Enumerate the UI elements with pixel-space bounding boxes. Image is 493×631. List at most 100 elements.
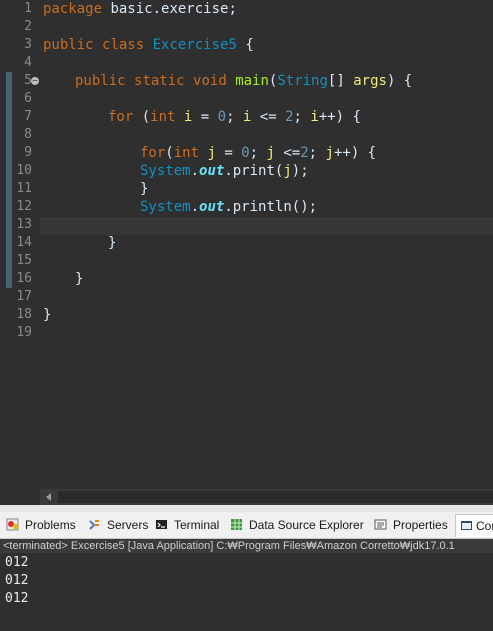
console-output-line: 012 (5, 573, 29, 588)
code-line-5: public static void main(String[] args) { (75, 72, 412, 90)
code-text: <= (251, 109, 286, 125)
tab-label: Terminal (174, 518, 220, 532)
method-call: println (232, 199, 292, 215)
tab-label: Cor (476, 519, 493, 533)
code-text: . (190, 163, 200, 179)
line-number: 15 (16, 253, 32, 268)
code-line-3: public class Excercise5 { (43, 36, 254, 54)
code-line-14: } (108, 234, 116, 252)
code-line-11: } (140, 180, 148, 198)
keyword: public (75, 73, 126, 89)
code-text: ; (308, 145, 326, 161)
code-text: } (75, 271, 84, 287)
code-text: ; (249, 145, 267, 161)
code-text: (); (291, 199, 318, 215)
fold-toggle-icon[interactable]: − (31, 77, 39, 85)
code-text: ); (291, 163, 309, 179)
scroll-left-icon[interactable] (46, 493, 51, 501)
console-icon (461, 521, 472, 530)
line-number: 9 (24, 145, 32, 160)
code-line-7: for (int i = 0; i <= 2; i++) { (108, 108, 361, 126)
code-text: } (140, 181, 149, 197)
line-number: 6 (24, 91, 32, 106)
tab-console[interactable]: Cor (455, 514, 493, 537)
code-text: = (215, 145, 242, 161)
code-text: ++) { (318, 109, 361, 125)
code-text: ++) { (333, 145, 377, 161)
data-source-explorer-icon (231, 519, 242, 530)
code-text: <= (274, 145, 301, 161)
code-text: ( (133, 109, 151, 125)
class-name: String (277, 73, 328, 89)
servers-icon (89, 520, 99, 530)
code-text: [] (327, 73, 354, 89)
parameter-name: args (353, 73, 387, 89)
line-number: 8 (24, 127, 32, 142)
variable: i (310, 109, 319, 125)
keyword: static (134, 73, 185, 89)
variable: j (325, 145, 334, 161)
line-number: 17 (16, 289, 32, 304)
line-number: 10 (16, 163, 32, 178)
code-text: . (224, 163, 233, 179)
code-text: . (190, 199, 200, 215)
number-literal: 0 (241, 145, 250, 161)
tab-label: Properties (393, 518, 448, 532)
line-number: 3 (24, 37, 32, 52)
class-name: System (140, 163, 191, 179)
keyword: package (43, 1, 103, 17)
variable: j (283, 163, 292, 179)
keyword: int (150, 109, 176, 125)
keyword: int (173, 145, 200, 161)
code-text: . (224, 199, 233, 215)
code-line-12: System.out.println(); (140, 198, 317, 216)
console-output-line: 012 (5, 591, 29, 606)
horizontal-scrollbar[interactable] (40, 489, 493, 505)
code-text: } (43, 307, 52, 323)
line-number: 13 (16, 217, 32, 232)
keyword: class (102, 37, 145, 53)
code-text: ) { (386, 73, 413, 89)
console-output-line: 012 (5, 555, 29, 570)
keyword: for (140, 145, 166, 161)
code-text: } (108, 235, 117, 251)
line-number: 18 (16, 307, 32, 322)
static-field: out (199, 199, 225, 215)
line-number: 4 (24, 55, 32, 70)
line-number: 16 (16, 271, 32, 286)
line-number: 2 (24, 19, 32, 34)
code-line-10: System.out.print(j); (140, 162, 309, 180)
terminal-icon (156, 520, 167, 529)
problems-icon (6, 518, 19, 531)
method-name: main (235, 73, 269, 89)
scrollbar-track[interactable] (58, 491, 493, 503)
number-literal: 0 (217, 109, 227, 125)
code-editor[interactable]: 1 2 3 4 5 6 7 8 9 10 11 12 13 14 15 16 1… (0, 0, 493, 505)
code-line-1: package basic.exercise; (43, 0, 237, 18)
code-text: basic.exercise; (102, 1, 237, 17)
number-literal: 2 (285, 109, 294, 125)
class-name: Excercise5 (152, 37, 237, 53)
code-text: ; (226, 109, 243, 125)
line-number: 7 (24, 109, 32, 124)
tab-label: Data Source Explorer (249, 518, 364, 532)
code-line-16: } (75, 270, 83, 288)
console-panel[interactable]: <terminated> Excercise5 [Java Applicatio… (0, 539, 493, 631)
code-line-9: for(int j = 0; j <=2; j++) { (140, 144, 376, 162)
bottom-panel-tabs: Problems Servers Terminal Data Source Ex… (0, 512, 493, 539)
code-line-18: } (43, 306, 51, 324)
line-number: 11 (16, 181, 32, 196)
panel-divider[interactable] (0, 505, 493, 512)
keyword: for (108, 109, 134, 125)
keyword: public (43, 37, 94, 53)
static-field: out (199, 163, 225, 179)
current-line-highlight (40, 217, 493, 235)
method-call: print (232, 163, 275, 179)
variable: j (266, 145, 275, 161)
properties-icon (374, 519, 387, 530)
code-text: = (192, 109, 218, 125)
tab-label: Problems (25, 518, 76, 532)
code-text: ( (165, 145, 174, 161)
line-number: 12 (16, 199, 32, 214)
class-name: System (140, 199, 191, 215)
